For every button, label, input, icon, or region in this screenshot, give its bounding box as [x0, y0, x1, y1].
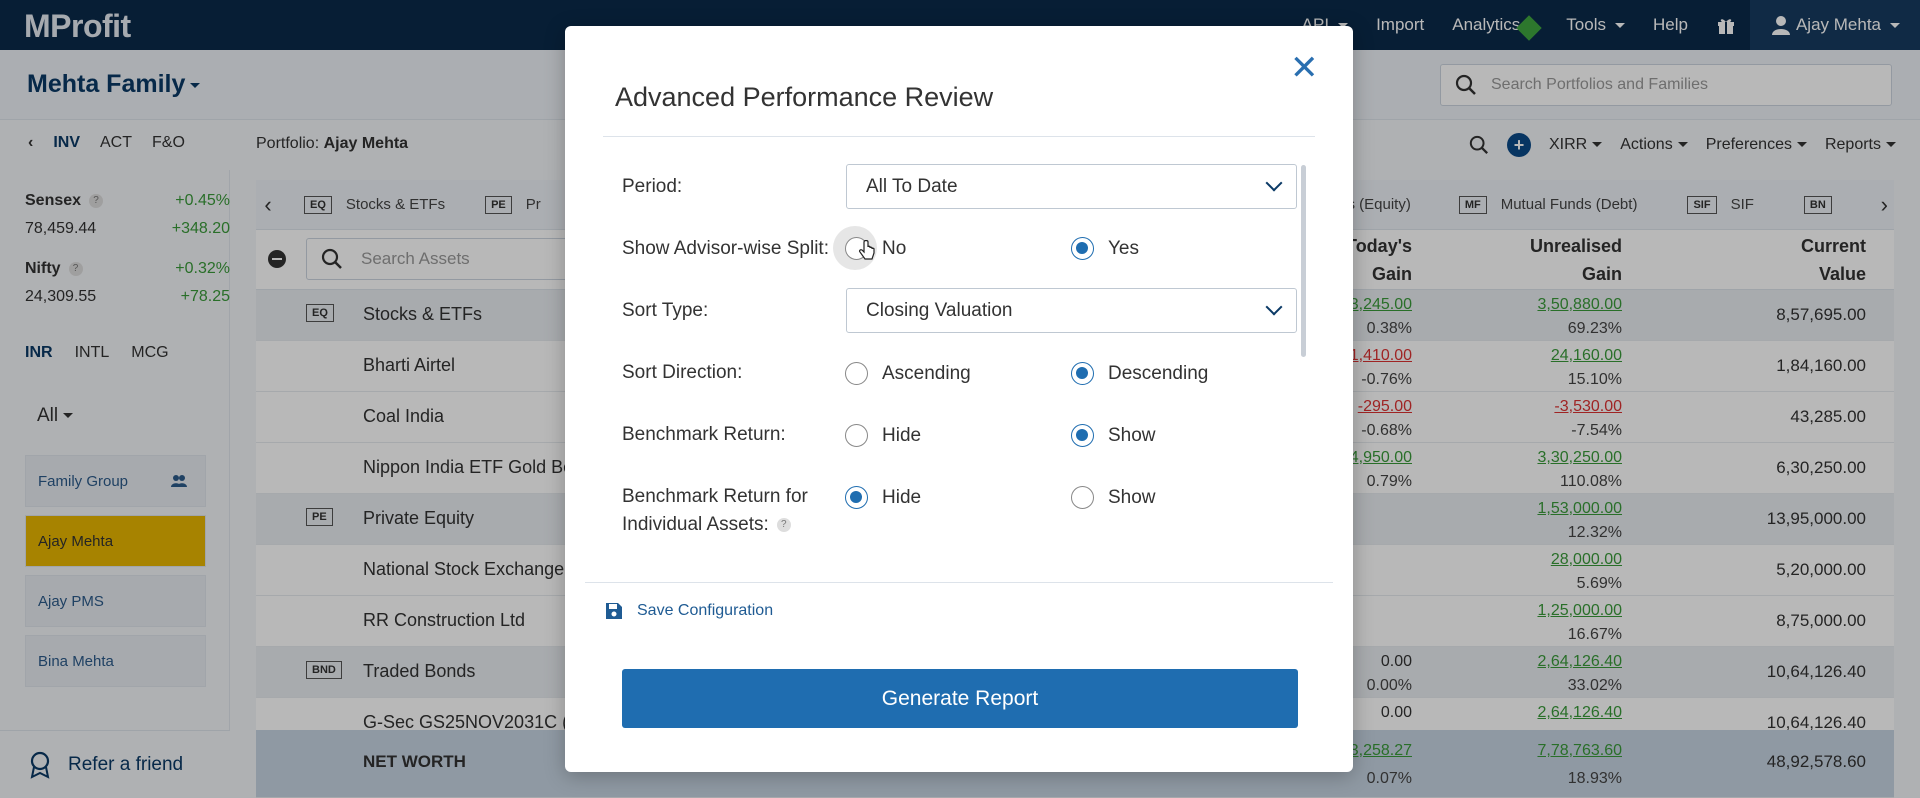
radio-label: No — [882, 237, 907, 259]
save-configuration-link[interactable]: Save Configuration — [605, 602, 773, 620]
generate-report-button[interactable]: Generate Report — [622, 669, 1298, 728]
advanced-performance-review-dialog: Advanced Performance Review ✕ Period: Al… — [565, 26, 1353, 772]
radio-label: Show — [1108, 486, 1156, 508]
label-line: Individual Assets: — [622, 514, 769, 535]
period-value: All To Date — [866, 175, 958, 197]
advisor-split-yes-radio[interactable]: Yes — [1071, 237, 1139, 260]
divider — [585, 582, 1333, 583]
radio-label: Yes — [1108, 237, 1139, 259]
sort-type-value: Closing Valuation — [866, 299, 1013, 321]
radio-circle — [845, 362, 868, 385]
radio-circle-selected — [1071, 424, 1094, 447]
radio-label: Hide — [882, 486, 922, 508]
benchmark-individual-label: Benchmark Return for Individual Assets:? — [622, 483, 808, 539]
period-label: Period: — [622, 176, 683, 197]
advisor-split-label: Show Advisor-wise Split: — [622, 238, 829, 259]
chevron-down-icon — [1265, 298, 1283, 316]
benchmark-hide-radio[interactable]: Hide — [845, 424, 921, 447]
radio-circle — [1071, 486, 1094, 509]
sort-ascending-radio[interactable]: Ascending — [845, 362, 971, 385]
label-line-2: Individual Assets:? — [622, 511, 808, 539]
sort-descending-radio[interactable]: Descending — [1071, 362, 1208, 385]
dialog-title: Advanced Performance Review — [615, 82, 994, 112]
help-icon[interactable]: ? — [776, 517, 791, 532]
benchmark-individual-hide-radio[interactable]: Hide — [845, 486, 921, 509]
radio-circle — [845, 424, 868, 447]
label-line: Benchmark Return for — [622, 486, 808, 507]
radio-label: Descending — [1108, 362, 1209, 384]
radio-circle-selected — [1071, 362, 1094, 385]
sort-direction-label: Sort Direction: — [622, 362, 743, 383]
dialog-scrollbar[interactable] — [1301, 165, 1306, 357]
radio-circle-selected — [845, 486, 868, 509]
benchmark-show-radio[interactable]: Show — [1071, 424, 1156, 447]
benchmark-return-label: Benchmark Return: — [622, 424, 786, 445]
radio-label: Ascending — [882, 362, 971, 384]
radio-circle-selected — [1071, 237, 1094, 260]
save-configuration-label: Save Configuration — [637, 602, 774, 619]
benchmark-individual-show-radio[interactable]: Show — [1071, 486, 1156, 509]
dialog-form: Period: All To Date Show Advisor-wise Sp… — [565, 137, 1353, 581]
period-select[interactable]: All To Date — [846, 164, 1297, 209]
sort-type-label: Sort Type: — [622, 300, 709, 321]
save-icon — [606, 603, 622, 619]
close-icon[interactable]: ✕ — [1290, 48, 1319, 88]
radio-label: Hide — [882, 424, 922, 446]
cursor-hand-icon — [859, 240, 875, 260]
chevron-down-icon — [1265, 174, 1283, 192]
sort-type-select[interactable]: Closing Valuation — [846, 288, 1297, 333]
radio-label: Show — [1108, 424, 1156, 446]
